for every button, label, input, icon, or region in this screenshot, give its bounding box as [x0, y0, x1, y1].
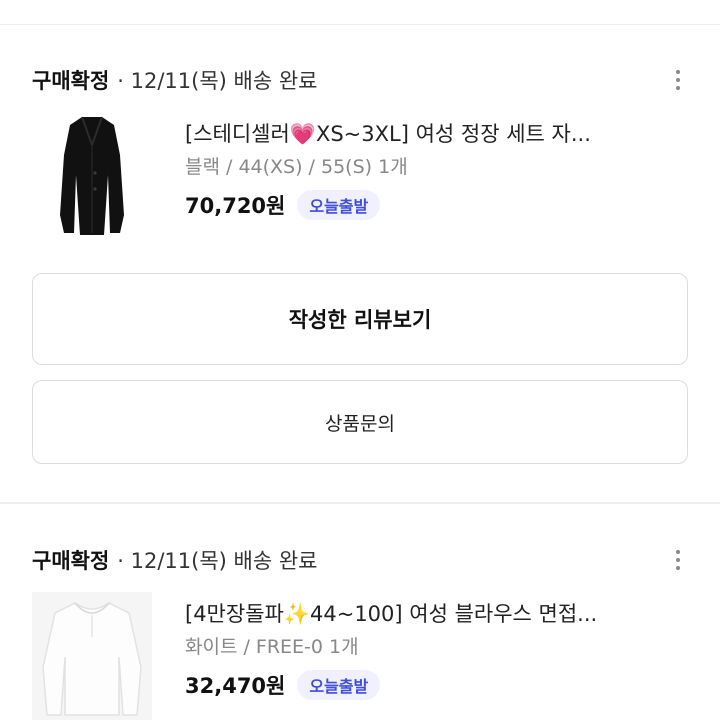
view-review-button[interactable]: 작성한 리뷰보기 [32, 273, 688, 365]
order-header: 구매확정 · 12/11(목) 배송 완료 [32, 60, 318, 100]
more-options-icon[interactable] [664, 66, 692, 94]
product-title-suffix: XS~3XL] 여성 정장 세트 자... [315, 122, 591, 146]
delivery-info: · 12/11(목) 배송 완료 [117, 69, 318, 93]
product-title-prefix: [스테디셀러 [185, 122, 290, 146]
product-price: 32,470원 [185, 674, 286, 698]
product-title[interactable]: [스테디셀러💗XS~3XL] 여성 정장 세트 자... [185, 118, 685, 150]
heart-icon: 💗 [289, 122, 316, 146]
product-thumbnail[interactable] [32, 112, 152, 242]
black-jacket-icon [60, 116, 124, 235]
product-title-prefix: [4만장돌파 [185, 602, 284, 626]
order-header: 구매확정 · 12/11(목) 배송 완료 [32, 540, 318, 580]
price-row: 70,720원 오늘출발 [185, 188, 685, 222]
product-item[interactable]: [4만장돌파✨44~100] 여성 블라우스 면접... 화이트 / FREE-… [32, 592, 692, 720]
product-title-suffix: 44~100] 여성 블라우스 면접... [310, 602, 598, 626]
product-item[interactable]: [스테디셀러💗XS~3XL] 여성 정장 세트 자... 블랙 / 44(XS)… [32, 112, 692, 252]
product-thumbnail[interactable] [32, 592, 152, 720]
shipping-badge: 오늘출발 [297, 670, 381, 700]
delivery-info: · 12/11(목) 배송 완료 [117, 549, 318, 573]
product-price: 70,720원 [185, 194, 286, 218]
white-blouse-icon [42, 602, 142, 716]
order-status: 구매확정 [32, 549, 110, 573]
more-options-icon[interactable] [664, 546, 692, 574]
order-status: 구매확정 [32, 69, 110, 93]
product-inquiry-button[interactable]: 상품문의 [32, 380, 688, 464]
product-option: 화이트 / FREE-0 1개 [185, 636, 359, 658]
top-divider [0, 24, 720, 25]
price-row: 32,470원 오늘출발 [185, 668, 685, 702]
sparkles-icon: ✨ [283, 602, 310, 626]
shipping-badge: 오늘출발 [297, 190, 381, 220]
product-option: 블랙 / 44(XS) / 55(S) 1개 [185, 156, 408, 178]
product-title[interactable]: [4만장돌파✨44~100] 여성 블라우스 면접... [185, 598, 685, 630]
section-divider [0, 502, 720, 504]
